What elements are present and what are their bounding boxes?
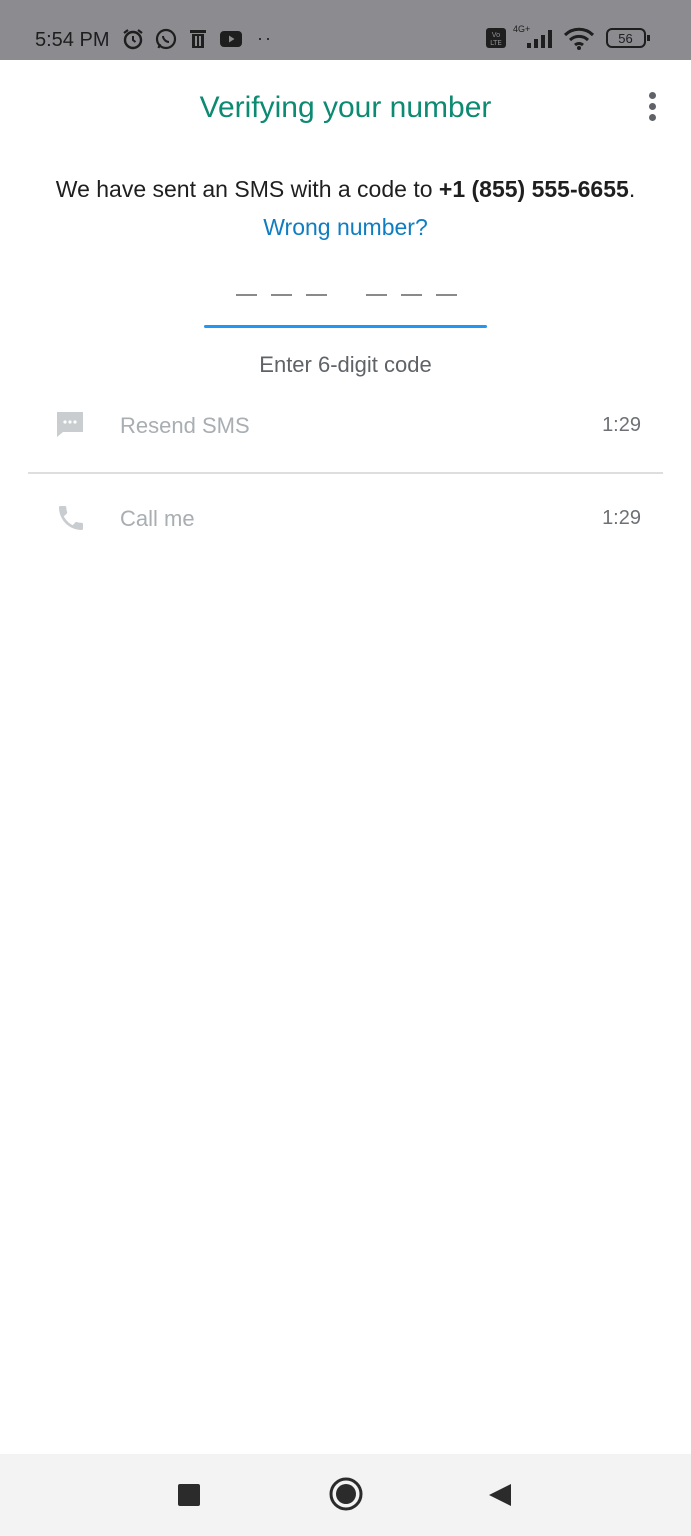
- sms-sent-message: We have sent an SMS with a code to +1 (8…: [0, 176, 691, 203]
- verification-code-input[interactable]: [204, 270, 487, 328]
- battery-level: 56: [618, 31, 633, 46]
- whatsapp-icon: [154, 27, 178, 56]
- delete-icon: [188, 27, 208, 56]
- status-more-dots: ··: [257, 28, 273, 48]
- volte-icon: Vo LTE: [486, 27, 506, 54]
- youtube-icon: [219, 27, 243, 56]
- code-digit-slot: [366, 294, 387, 296]
- home-circle-icon[interactable]: [328, 1476, 364, 1517]
- more-vert-icon[interactable]: [640, 92, 664, 126]
- page-title: Verifying your number: [199, 91, 492, 124]
- wifi-icon: [563, 27, 597, 56]
- call-me-button[interactable]: Call me 1:29: [0, 488, 691, 548]
- back-triangle-icon[interactable]: [487, 1482, 513, 1513]
- code-hint: Enter 6-digit code: [259, 352, 432, 377]
- alarm-icon: [121, 27, 145, 56]
- code-digit-slot: [401, 294, 422, 296]
- status-bar: 5:54 PM ·· Vo LTE 4G+ 56: [0, 0, 691, 60]
- message-icon: [55, 409, 85, 444]
- svg-text:LTE: LTE: [490, 39, 502, 47]
- divider: [28, 472, 663, 474]
- status-time: 5:54 PM: [35, 29, 110, 51]
- sms-message-text: We have sent an SMS with a code to: [55, 176, 439, 202]
- phone-icon: [55, 502, 87, 539]
- resend-sms-button[interactable]: Resend SMS 1:29: [0, 395, 691, 455]
- recents-square-icon[interactable]: [178, 1484, 200, 1511]
- phone-number: +1 (855) 555-6655: [438, 176, 629, 202]
- code-digit-slot: [236, 294, 257, 296]
- code-digit-slot: [436, 294, 457, 296]
- wrong-number-link[interactable]: Wrong number?: [0, 214, 691, 241]
- signal-icon: [527, 27, 557, 54]
- code-digit-slot: [271, 294, 292, 296]
- resend-sms-label: Resend SMS: [120, 413, 250, 438]
- code-input-underline: [204, 325, 487, 328]
- verify-screen: 5:54 PM ·· Vo LTE 4G+ 56 Verifying your n…: [0, 0, 691, 1536]
- system-nav-bar: [0, 1454, 691, 1536]
- resend-sms-timer: 1:29: [602, 414, 641, 436]
- sms-message-suffix: .: [628, 176, 636, 202]
- call-me-timer: 1:29: [602, 507, 641, 529]
- call-me-label: Call me: [120, 506, 195, 531]
- svg-text:Vo: Vo: [492, 31, 501, 39]
- code-digit-slot: [306, 294, 327, 296]
